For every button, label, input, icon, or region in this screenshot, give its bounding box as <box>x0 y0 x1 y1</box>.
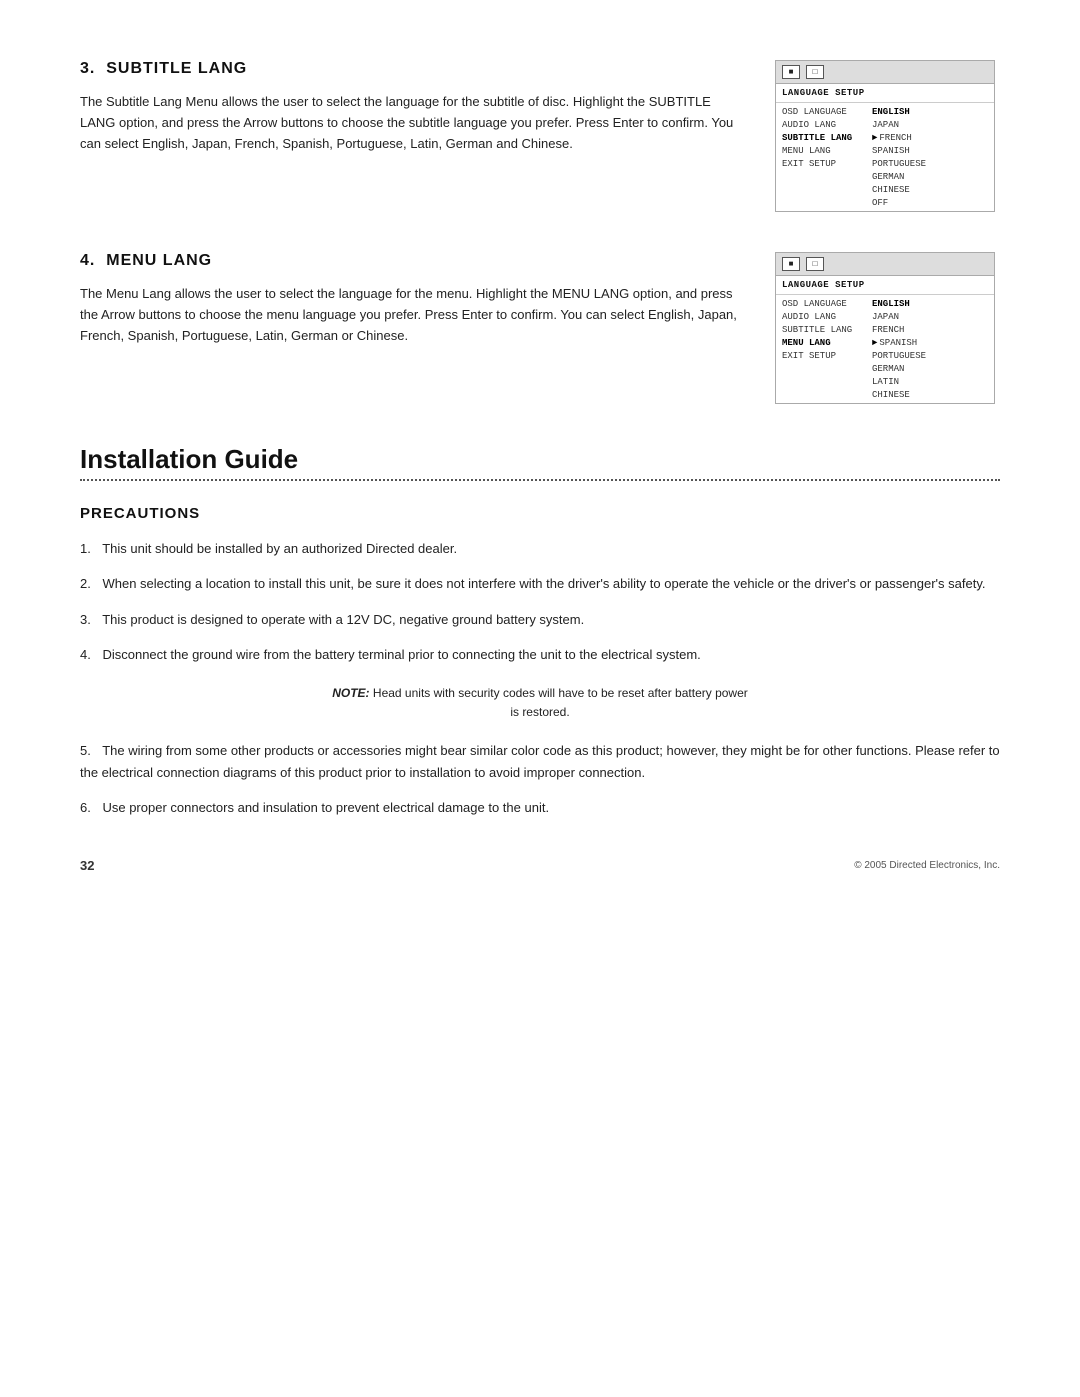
menu-french: FRENCH <box>872 323 988 336</box>
subtitle-lang-menu-right: ENGLISH JAPAN ►FRENCH SPANISH PORTUGUESE… <box>866 105 994 209</box>
note-label: NOTE: <box>332 686 369 700</box>
subtitle-lang-menu-box: ■ □ LANGUAGE SETUP OSD LANGUAGE AUDIO LA… <box>775 60 995 212</box>
page-footer: 32 © 2005 Directed Electronics, Inc. <box>80 858 1000 873</box>
precaution-1: 1. This unit should be installed by an a… <box>80 538 1000 559</box>
subtitle-portuguese: PORTUGUESE <box>872 157 988 170</box>
subtitle-spanish: SPANISH <box>872 144 988 157</box>
menu-lang-text: 4. Menu Lang The Menu Lang allows the us… <box>80 252 740 404</box>
subtitle-lang-menu-header: ■ □ <box>776 61 994 84</box>
precaution-3: 3. This product is designed to operate w… <box>80 609 1000 630</box>
subtitle-lang-section: 3. Subtitle Lang The Subtitle Lang Menu … <box>80 60 1000 212</box>
copyright-text: © 2005 Directed Electronics, Inc. <box>854 860 1000 871</box>
subtitle-audio-row: AUDIO LANG <box>782 118 860 131</box>
menu-english: ENGLISH <box>872 297 988 310</box>
menu-german: GERMAN <box>872 362 988 375</box>
menu-spanish: ►SPANISH <box>872 336 988 349</box>
subtitle-exit-row: EXIT SETUP <box>782 157 860 170</box>
subtitle-japan: JAPAN <box>872 118 988 131</box>
menu-lang-menu-right: ENGLISH JAPAN FRENCH ►SPANISH PORTUGUESE… <box>866 297 994 401</box>
menu-lang-menu-image: ■ □ LANGUAGE SETUP OSD LANGUAGE AUDIO LA… <box>770 252 1000 404</box>
dotted-divider <box>80 479 1000 481</box>
subtitle-chinese: CHINESE <box>872 183 988 196</box>
menu-lang-title: 4. Menu Lang <box>80 252 740 270</box>
menu-lang-menu-body: OSD LANGUAGE AUDIO LANG SUBTITLE LANG ME… <box>776 295 994 403</box>
subtitle-subtitle-row: SUBTITLE LANG <box>782 131 860 144</box>
menu-menu-row: MENU LANG <box>782 336 860 349</box>
precautions-title: Precautions <box>80 505 1000 522</box>
menu-lang-body: The Menu Lang allows the user to select … <box>80 284 740 346</box>
menu-portuguese: PORTUGUESE <box>872 349 988 362</box>
subtitle-english: ENGLISH <box>872 105 988 118</box>
subtitle-lang-text: 3. Subtitle Lang The Subtitle Lang Menu … <box>80 60 740 212</box>
subtitle-lang-menu-title: LANGUAGE SETUP <box>776 84 994 103</box>
precaution-2: 2. When selecting a location to install … <box>80 573 1000 594</box>
menu-icon-3: ■ <box>782 257 800 271</box>
subtitle-lang-title: 3. Subtitle Lang <box>80 60 740 78</box>
subtitle-menu-row: MENU LANG <box>782 144 860 157</box>
menu-exit-row: EXIT SETUP <box>782 349 860 362</box>
subtitle-french: ►FRENCH <box>872 131 988 144</box>
precaution-5: 5. The wiring from some other products o… <box>80 740 1000 783</box>
precaution-6: 6. Use proper connectors and insulation … <box>80 797 1000 818</box>
menu-lang-menu-left: OSD LANGUAGE AUDIO LANG SUBTITLE LANG ME… <box>776 297 866 401</box>
installation-guide-section: Installation Guide Precautions 1. This u… <box>80 444 1000 818</box>
precaution-4: 4. Disconnect the ground wire from the b… <box>80 644 1000 665</box>
subtitle-osd-row: OSD LANGUAGE <box>782 105 860 118</box>
menu-chinese: CHINESE <box>872 388 988 401</box>
menu-audio-row: AUDIO LANG <box>782 310 860 323</box>
menu-lang-section: 4. Menu Lang The Menu Lang allows the us… <box>80 252 1000 404</box>
subtitle-lang-body: The Subtitle Lang Menu allows the user t… <box>80 92 740 154</box>
menu-japan: JAPAN <box>872 310 988 323</box>
subtitle-lang-menu-left: OSD LANGUAGE AUDIO LANG SUBTITLE LANG ME… <box>776 105 866 209</box>
menu-icon-1: ■ <box>782 65 800 79</box>
menu-icon-4: □ <box>806 257 824 271</box>
subtitle-german: GERMAN <box>872 170 988 183</box>
menu-lang-menu-title: LANGUAGE SETUP <box>776 276 994 295</box>
subtitle-lang-menu-body: OSD LANGUAGE AUDIO LANG SUBTITLE LANG ME… <box>776 103 994 211</box>
menu-lang-menu-box: ■ □ LANGUAGE SETUP OSD LANGUAGE AUDIO LA… <box>775 252 995 404</box>
menu-icon-2: □ <box>806 65 824 79</box>
page-number: 32 <box>80 858 94 873</box>
note-text: Head units with security codes will have… <box>373 686 748 719</box>
menu-latin: LATIN <box>872 375 988 388</box>
menu-lang-menu-header: ■ □ <box>776 253 994 276</box>
installation-guide-title: Installation Guide <box>80 444 1000 475</box>
menu-subtitle-row: SUBTITLE LANG <box>782 323 860 336</box>
subtitle-off: OFF <box>872 196 988 209</box>
note-block: NOTE: Head units with security codes wil… <box>330 684 750 722</box>
subtitle-lang-menu-image: ■ □ LANGUAGE SETUP OSD LANGUAGE AUDIO LA… <box>770 60 1000 212</box>
menu-osd-row: OSD LANGUAGE <box>782 297 860 310</box>
